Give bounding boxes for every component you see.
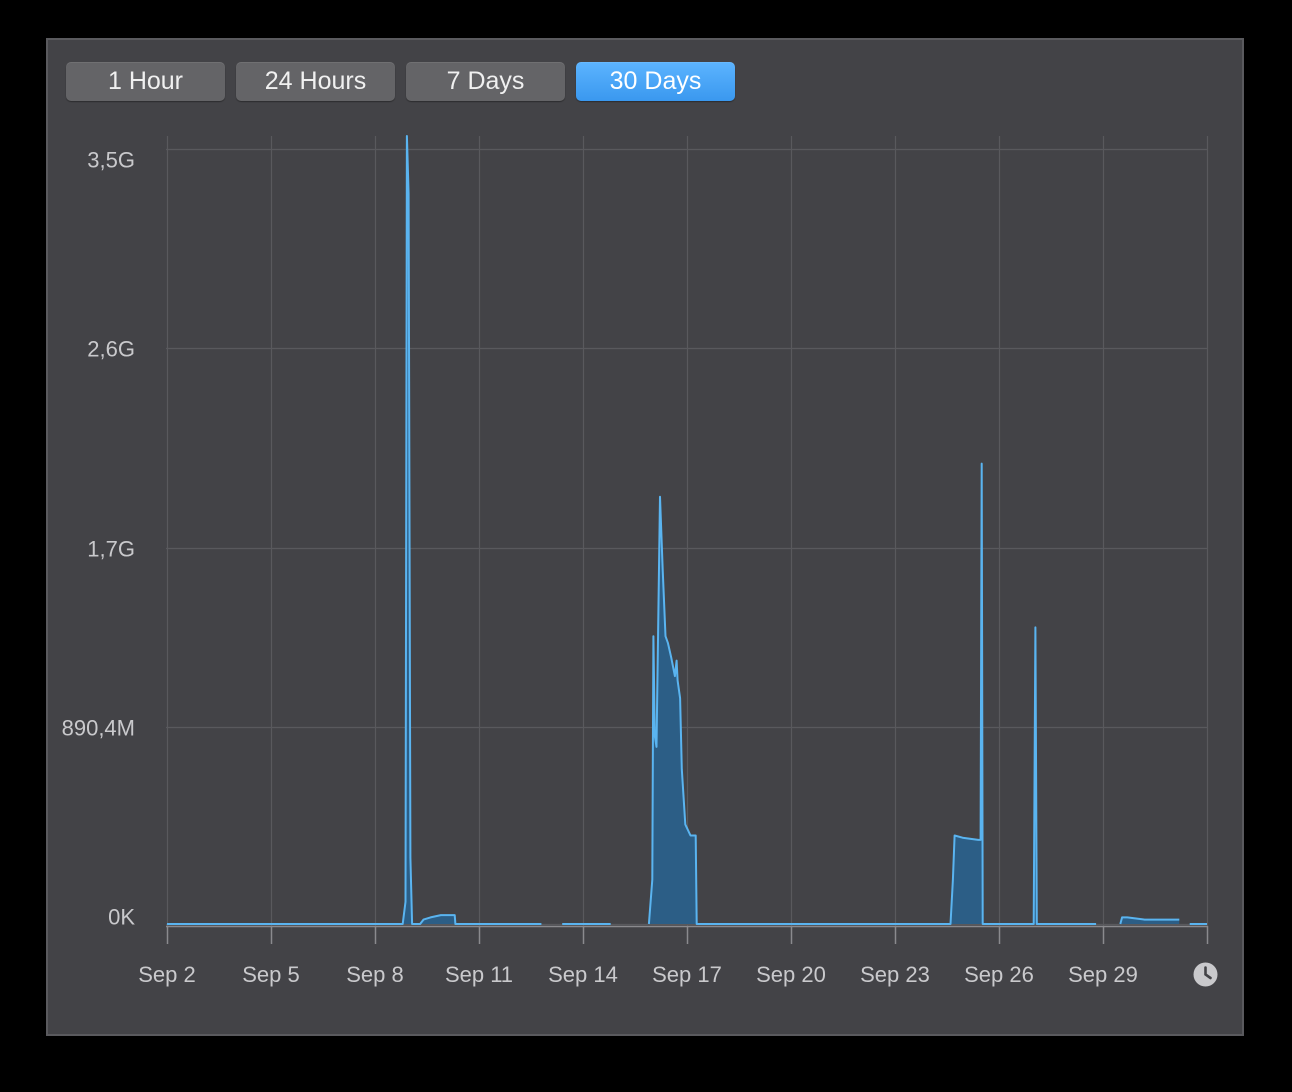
x-tick-label: Sep 5 — [242, 962, 300, 987]
usage-line — [167, 135, 542, 925]
x-tick-label: Sep 14 — [548, 962, 618, 987]
x-tick-label: Sep 2 — [138, 962, 196, 987]
x-tick-label: Sep 29 — [1068, 962, 1138, 987]
y-tick-label: 890,4M — [62, 716, 135, 741]
y-tick-label: 2,6G — [87, 337, 135, 362]
x-tick-label: Sep 17 — [652, 962, 722, 987]
y-tick-label: 3,5G — [87, 148, 135, 173]
network-usage-chart: 3,5G2,6G1,7G890,4M0K Sep 2 Sep 5 Sep 8 Sep … — [62, 135, 1209, 987]
x-tick-label: Sep 11 — [445, 962, 513, 987]
usage-line — [647, 462, 1097, 925]
y-axis-labels: 3,5G 2,6G 1,7G 890,4M 0K — [62, 148, 136, 930]
clock-icon[interactable] — [1193, 962, 1218, 987]
grid-lines — [166, 136, 1209, 944]
x-tick-label: Sep 20 — [756, 962, 826, 987]
x-axis-labels: Sep 2 Sep 5 Sep 8 Sep 11 Sep 14 Sep 17 Sep 20 S… — [138, 962, 1138, 987]
y-tick-label: 1,7G — [87, 537, 135, 562]
y-tick-label: 0K — [108, 905, 135, 930]
usage-area-fill — [648, 463, 1097, 924]
x-tick-label: Sep 8 — [346, 962, 404, 987]
usage-area-fill — [167, 136, 542, 924]
x-tick-label: Sep 23 — [860, 962, 930, 987]
x-tick-label: Sep 26 — [964, 962, 1034, 987]
